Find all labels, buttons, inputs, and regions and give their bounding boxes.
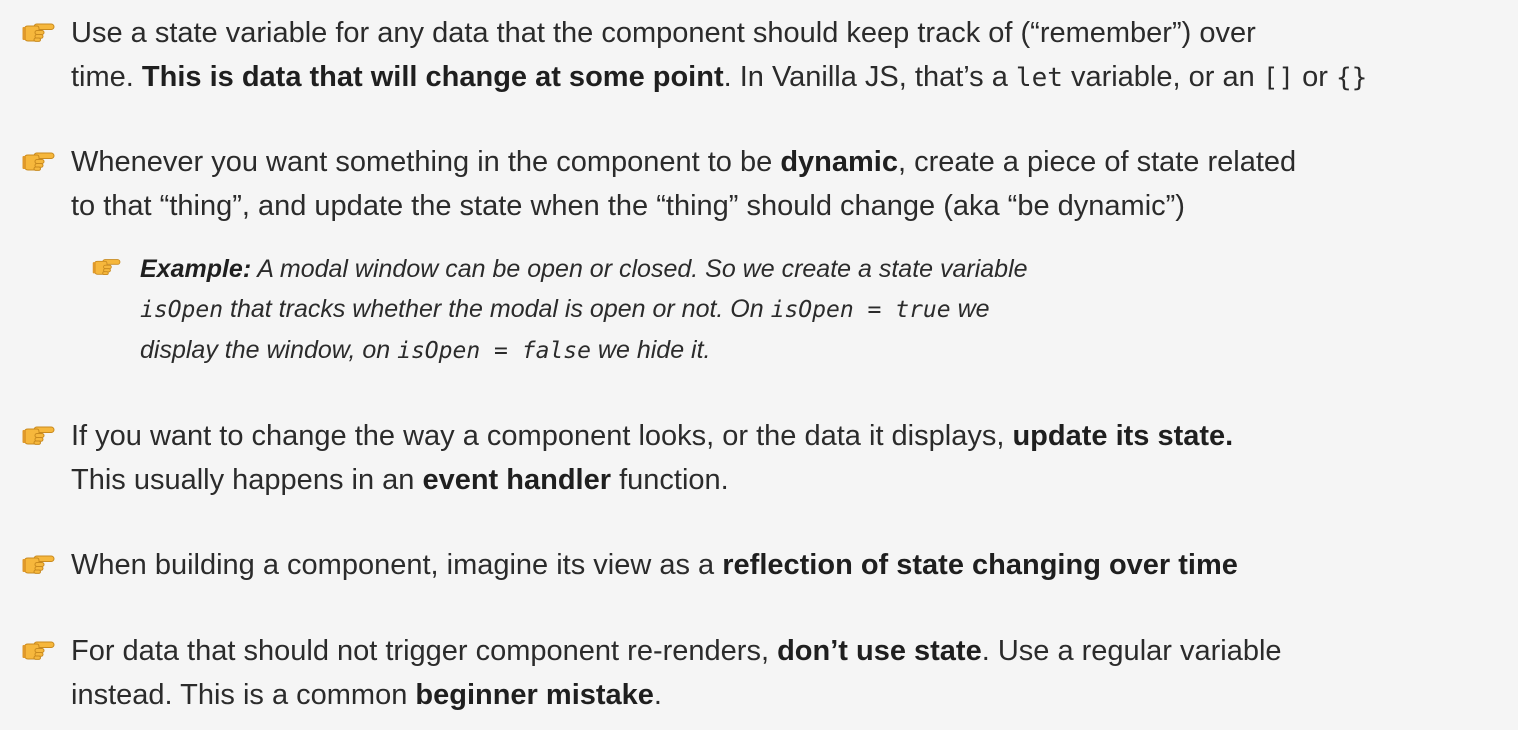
backhand-index-pointing-right-icon xyxy=(22,21,56,43)
bullet-text: When building a component, imagine its v… xyxy=(71,543,1238,587)
text-fragment: . Use a regular variable xyxy=(981,635,1282,667)
emphasis-text: beginner mistake xyxy=(415,679,654,711)
text-line: When building a component, imagine its v… xyxy=(71,543,1238,587)
inline-code: {} xyxy=(1336,63,1368,93)
text-line: time. This is data that will change at s… xyxy=(71,55,1367,100)
bullet-update-state: If you want to change the way a componen… xyxy=(22,414,1498,502)
bullet-text: For data that should not trigger compone… xyxy=(71,629,1282,717)
text-fragment: This usually happens in an xyxy=(71,464,423,496)
text-fragment: Whenever you want something in the compo… xyxy=(71,146,781,178)
text-fragment: that tracks whether the modal is open or… xyxy=(223,295,771,323)
inline-code: let xyxy=(1015,63,1063,93)
emphasis-text: reflection of state changing over time xyxy=(722,549,1238,581)
text-line: If you want to change the way a componen… xyxy=(71,414,1233,458)
backhand-index-pointing-right-icon xyxy=(22,553,56,575)
inline-code: [] xyxy=(1262,63,1295,93)
text-fragment: , create a piece of state related xyxy=(897,146,1297,178)
text-fragment: When building a component, imagine its v… xyxy=(71,549,723,581)
text-line: isOpen that tracks whether the modal is … xyxy=(140,289,1028,330)
text-line: Whenever you want something in the compo… xyxy=(71,140,1296,184)
text-fragment: . xyxy=(653,679,662,711)
emphasis-text: This is data that will change at some po… xyxy=(141,61,724,93)
notes-page: Use a state variable for any data that t… xyxy=(0,0,1518,730)
backhand-index-pointing-right-icon xyxy=(22,639,56,661)
text-fragment: A modal window can be open or closed. So… xyxy=(251,255,1028,283)
emphasis-text: update its state. xyxy=(1012,420,1234,452)
sub-bullet-text: Example: A modal window can be open or c… xyxy=(140,249,1028,371)
inline-code: isOpen xyxy=(140,297,224,323)
text-line: instead. This is a common beginner mista… xyxy=(71,673,1282,717)
text-fragment: variable, or an xyxy=(1062,61,1263,93)
backhand-index-pointing-right-icon xyxy=(22,424,56,446)
bullet-state-variable: Use a state variable for any data that t… xyxy=(22,11,1498,100)
text-fragment: function. xyxy=(611,464,729,496)
text-fragment: instead. This is a common xyxy=(71,679,416,711)
bullet-no-rerender-data: For data that should not trigger compone… xyxy=(22,629,1498,717)
backhand-index-pointing-right-icon xyxy=(92,257,122,276)
text-fragment: . In Vanilla JS, that’s a xyxy=(723,61,1016,93)
backhand-index-pointing-right-icon xyxy=(22,150,56,172)
bullet-view-reflection: When building a component, imagine its v… xyxy=(22,543,1498,587)
emphasis-text: event handler xyxy=(422,464,612,496)
text-fragment: we hide it. xyxy=(590,336,711,364)
bullet-text: If you want to change the way a componen… xyxy=(71,414,1233,502)
sub-bullet-example: Example: A modal window can be open or c… xyxy=(92,249,1498,371)
bullet-text: Use a state variable for any data that t… xyxy=(71,11,1367,100)
text-fragment: For data that should not trigger compone… xyxy=(71,635,778,667)
inline-code: isOpen = true xyxy=(770,297,951,323)
bullet-text: Whenever you want something in the compo… xyxy=(71,140,1296,228)
bullet-dynamic-state: Whenever you want something in the compo… xyxy=(22,140,1498,228)
inline-code: isOpen = false xyxy=(397,338,591,364)
text-line: Use a state variable for any data that t… xyxy=(71,17,1256,49)
text-line: For data that should not trigger compone… xyxy=(71,629,1282,673)
text-fragment: we xyxy=(950,295,990,323)
text-line: This usually happens in an event handler… xyxy=(71,458,1233,502)
text-line: Example: A modal window can be open or c… xyxy=(140,249,1028,289)
emphasis-text: dynamic xyxy=(780,146,898,178)
text-fragment: If you want to change the way a componen… xyxy=(71,420,1013,452)
text-line: to that “thing”, and update the state wh… xyxy=(71,190,1185,222)
text-fragment: time. xyxy=(71,61,142,93)
emphasis-text: don’t use state xyxy=(777,635,982,667)
text-fragment: display the window, on xyxy=(140,336,398,364)
text-line: display the window, on isOpen = false we… xyxy=(140,330,1028,371)
emphasis-text: Example: xyxy=(140,255,252,283)
text-fragment: or xyxy=(1294,61,1336,93)
